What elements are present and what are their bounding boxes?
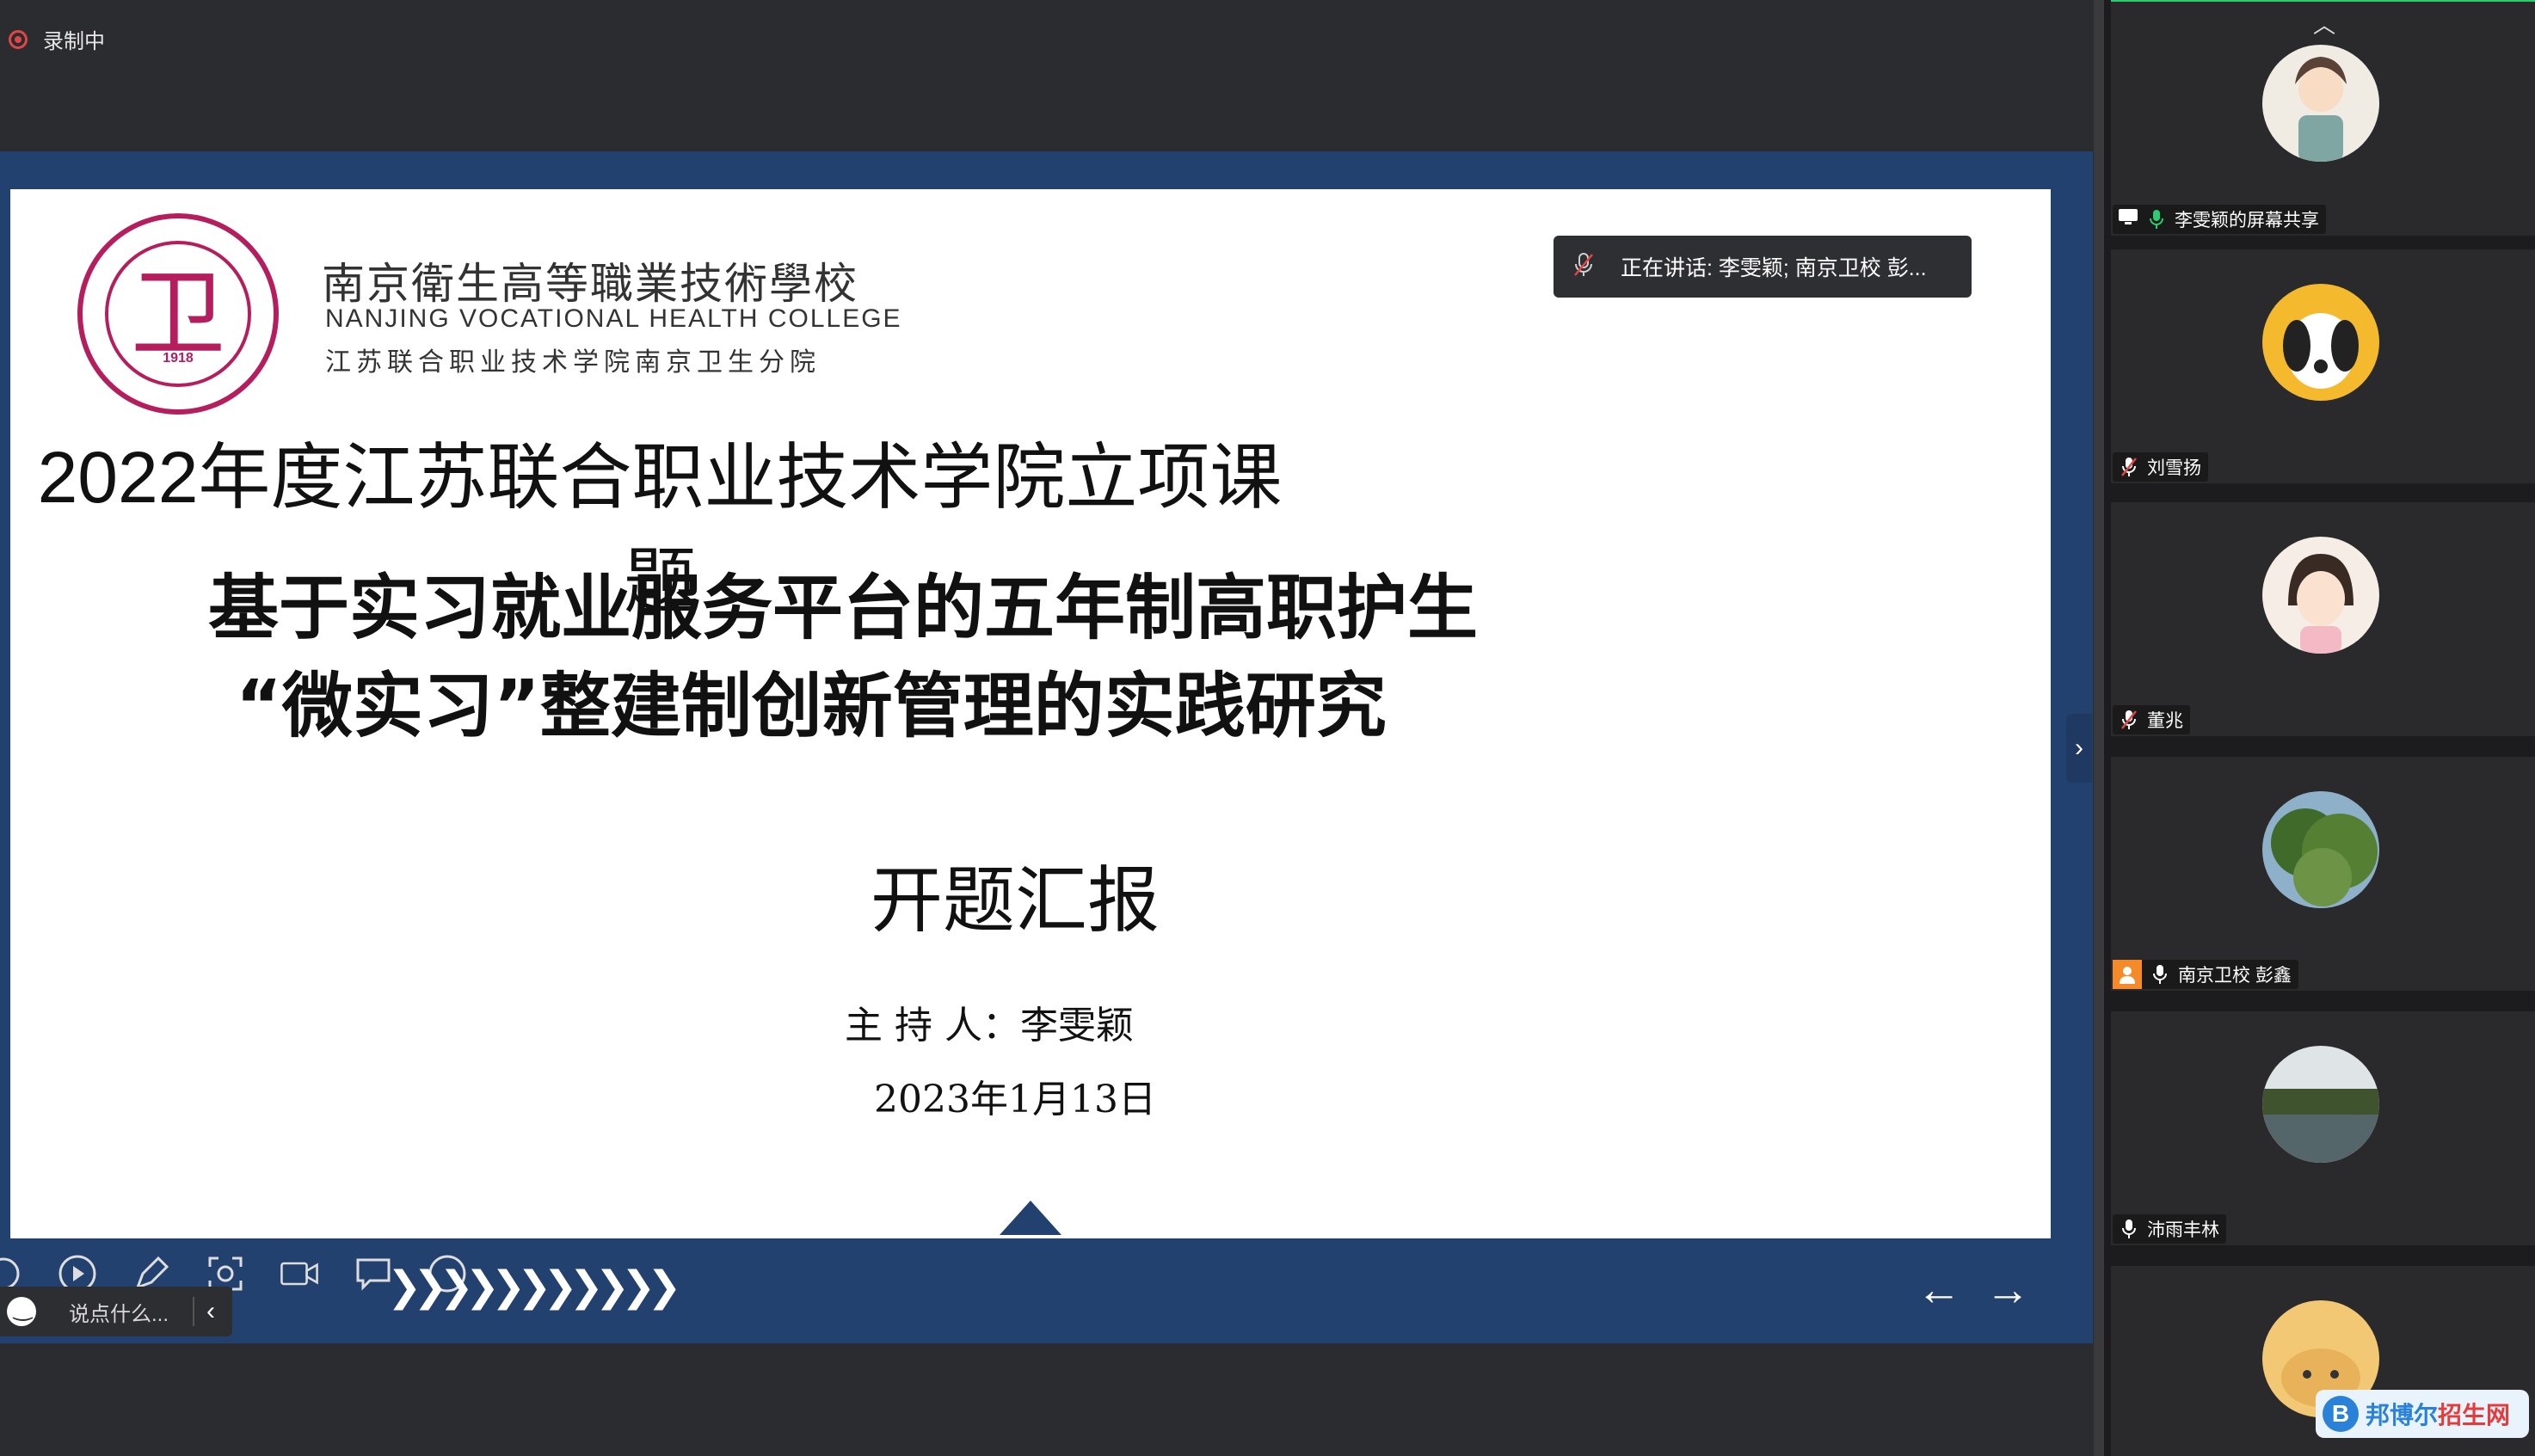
chat-input-bar[interactable]: 说点什么... ‹	[0, 1287, 232, 1336]
mic-muted-icon	[1572, 252, 1595, 282]
prev-slide-arrow-icon[interactable]: ←	[1917, 1264, 1961, 1316]
participant-name-tag: 刘雪扬	[2113, 452, 2208, 482]
panel-divider[interactable]	[2094, 0, 2104, 1456]
speaking-indicator: 正在讲话: 李雯颖; 南京卫校 彭...	[1554, 236, 1972, 298]
screen-share-icon	[2118, 208, 2138, 230]
host-line: 主 持 人：李雯颖	[845, 1004, 1134, 1047]
report-title: 开题汇报	[870, 860, 1160, 941]
participant-name-tag: 沛雨丰林	[2113, 1214, 2226, 1244]
participant-name: 刘雪扬	[2147, 458, 2201, 478]
site-watermark: B 邦博尔招生网	[2316, 1390, 2529, 1438]
school-name-en: NANJING VOCATIONAL HEALTH COLLEGE	[325, 304, 902, 333]
school-name-cn: 南京衛生高等職業技術學校	[322, 259, 858, 309]
mic-on-icon	[2149, 963, 2171, 986]
logo-glyph: 卫	[131, 259, 225, 369]
participant-name-tag: 南京卫校 彭鑫	[2113, 960, 2298, 989]
main-title-line2: “微实习”整建制创新管理的实践研究	[236, 666, 1387, 747]
participant-tile[interactable]: 董兆	[2111, 502, 2535, 736]
divider	[193, 1297, 195, 1326]
mic-muted-icon	[2118, 456, 2140, 478]
date-line: 2023年1月13日	[874, 1078, 1156, 1121]
collapse-chat-icon[interactable]: ‹	[206, 1297, 215, 1326]
user-icon	[2113, 960, 2142, 989]
participant-name: 沛雨丰林	[2147, 1220, 2219, 1240]
mic-on-icon	[2118, 1218, 2140, 1240]
main-title-line1: 基于实习就业服务平台的五年制高职护生	[208, 568, 1479, 649]
record-icon	[9, 29, 28, 49]
recording-indicator: 录制中	[9, 24, 105, 54]
mic-muted-icon	[2118, 709, 2140, 731]
avatar	[2262, 284, 2379, 401]
participant-tile[interactable]: 刘雪扬	[2111, 249, 2535, 483]
school-logo: 卫 1918	[77, 213, 279, 415]
participant-tile[interactable]: 南京卫校 彭鑫	[2111, 757, 2535, 991]
chat-input[interactable]: 说点什么...	[69, 1297, 169, 1327]
speaking-text: 正在讲话: 李雯颖; 南京卫校 彭...	[1621, 256, 1927, 280]
avatar	[2262, 791, 2379, 908]
next-slide-arrow-icon[interactable]: →	[1985, 1264, 2030, 1316]
watermark-logo: B	[2323, 1396, 2359, 1432]
participant-name-tag: 董兆	[2113, 705, 2190, 734]
recording-label: 录制中	[43, 30, 105, 53]
participant-name: 李雯颖的屏幕共享	[2175, 211, 2319, 230]
avatar	[2262, 1046, 2379, 1163]
avatar	[2262, 537, 2379, 654]
participant-tile[interactable]: 沛雨丰林	[2111, 1011, 2535, 1245]
scroll-up-chevron-icon[interactable]: ︿	[2292, 12, 2357, 38]
participant-name: 董兆	[2147, 711, 2183, 731]
shared-screen: 卫 1918 南京衛生高等職業技術學校 NANJING VOCATIONAL H…	[0, 151, 2093, 1343]
slide-notch	[1000, 1201, 1061, 1235]
chevron-arrows-icon: ❯❯❯❯❯❯❯❯❯❯❯	[387, 1264, 681, 1310]
smiley-icon[interactable]	[7, 1295, 36, 1326]
logo-year: 1918	[163, 351, 194, 366]
participant-name: 南京卫校 彭鑫	[2178, 966, 2292, 986]
collapse-panel-icon[interactable]: ›	[2066, 714, 2092, 783]
school-subtitle: 江苏联合职业技术学院南京卫生分院	[325, 347, 821, 378]
watermark-text: 邦博尔招生网	[2366, 1402, 2511, 1428]
presentation-slide: 卫 1918 南京衛生高等職業技術學校 NANJING VOCATIONAL H…	[10, 189, 2051, 1238]
camera-icon[interactable]	[279, 1253, 320, 1294]
avatar	[2262, 45, 2379, 162]
participant-name-tag: 李雯颖的屏幕共享	[2113, 205, 2326, 234]
mic-on-icon	[2145, 208, 2168, 230]
